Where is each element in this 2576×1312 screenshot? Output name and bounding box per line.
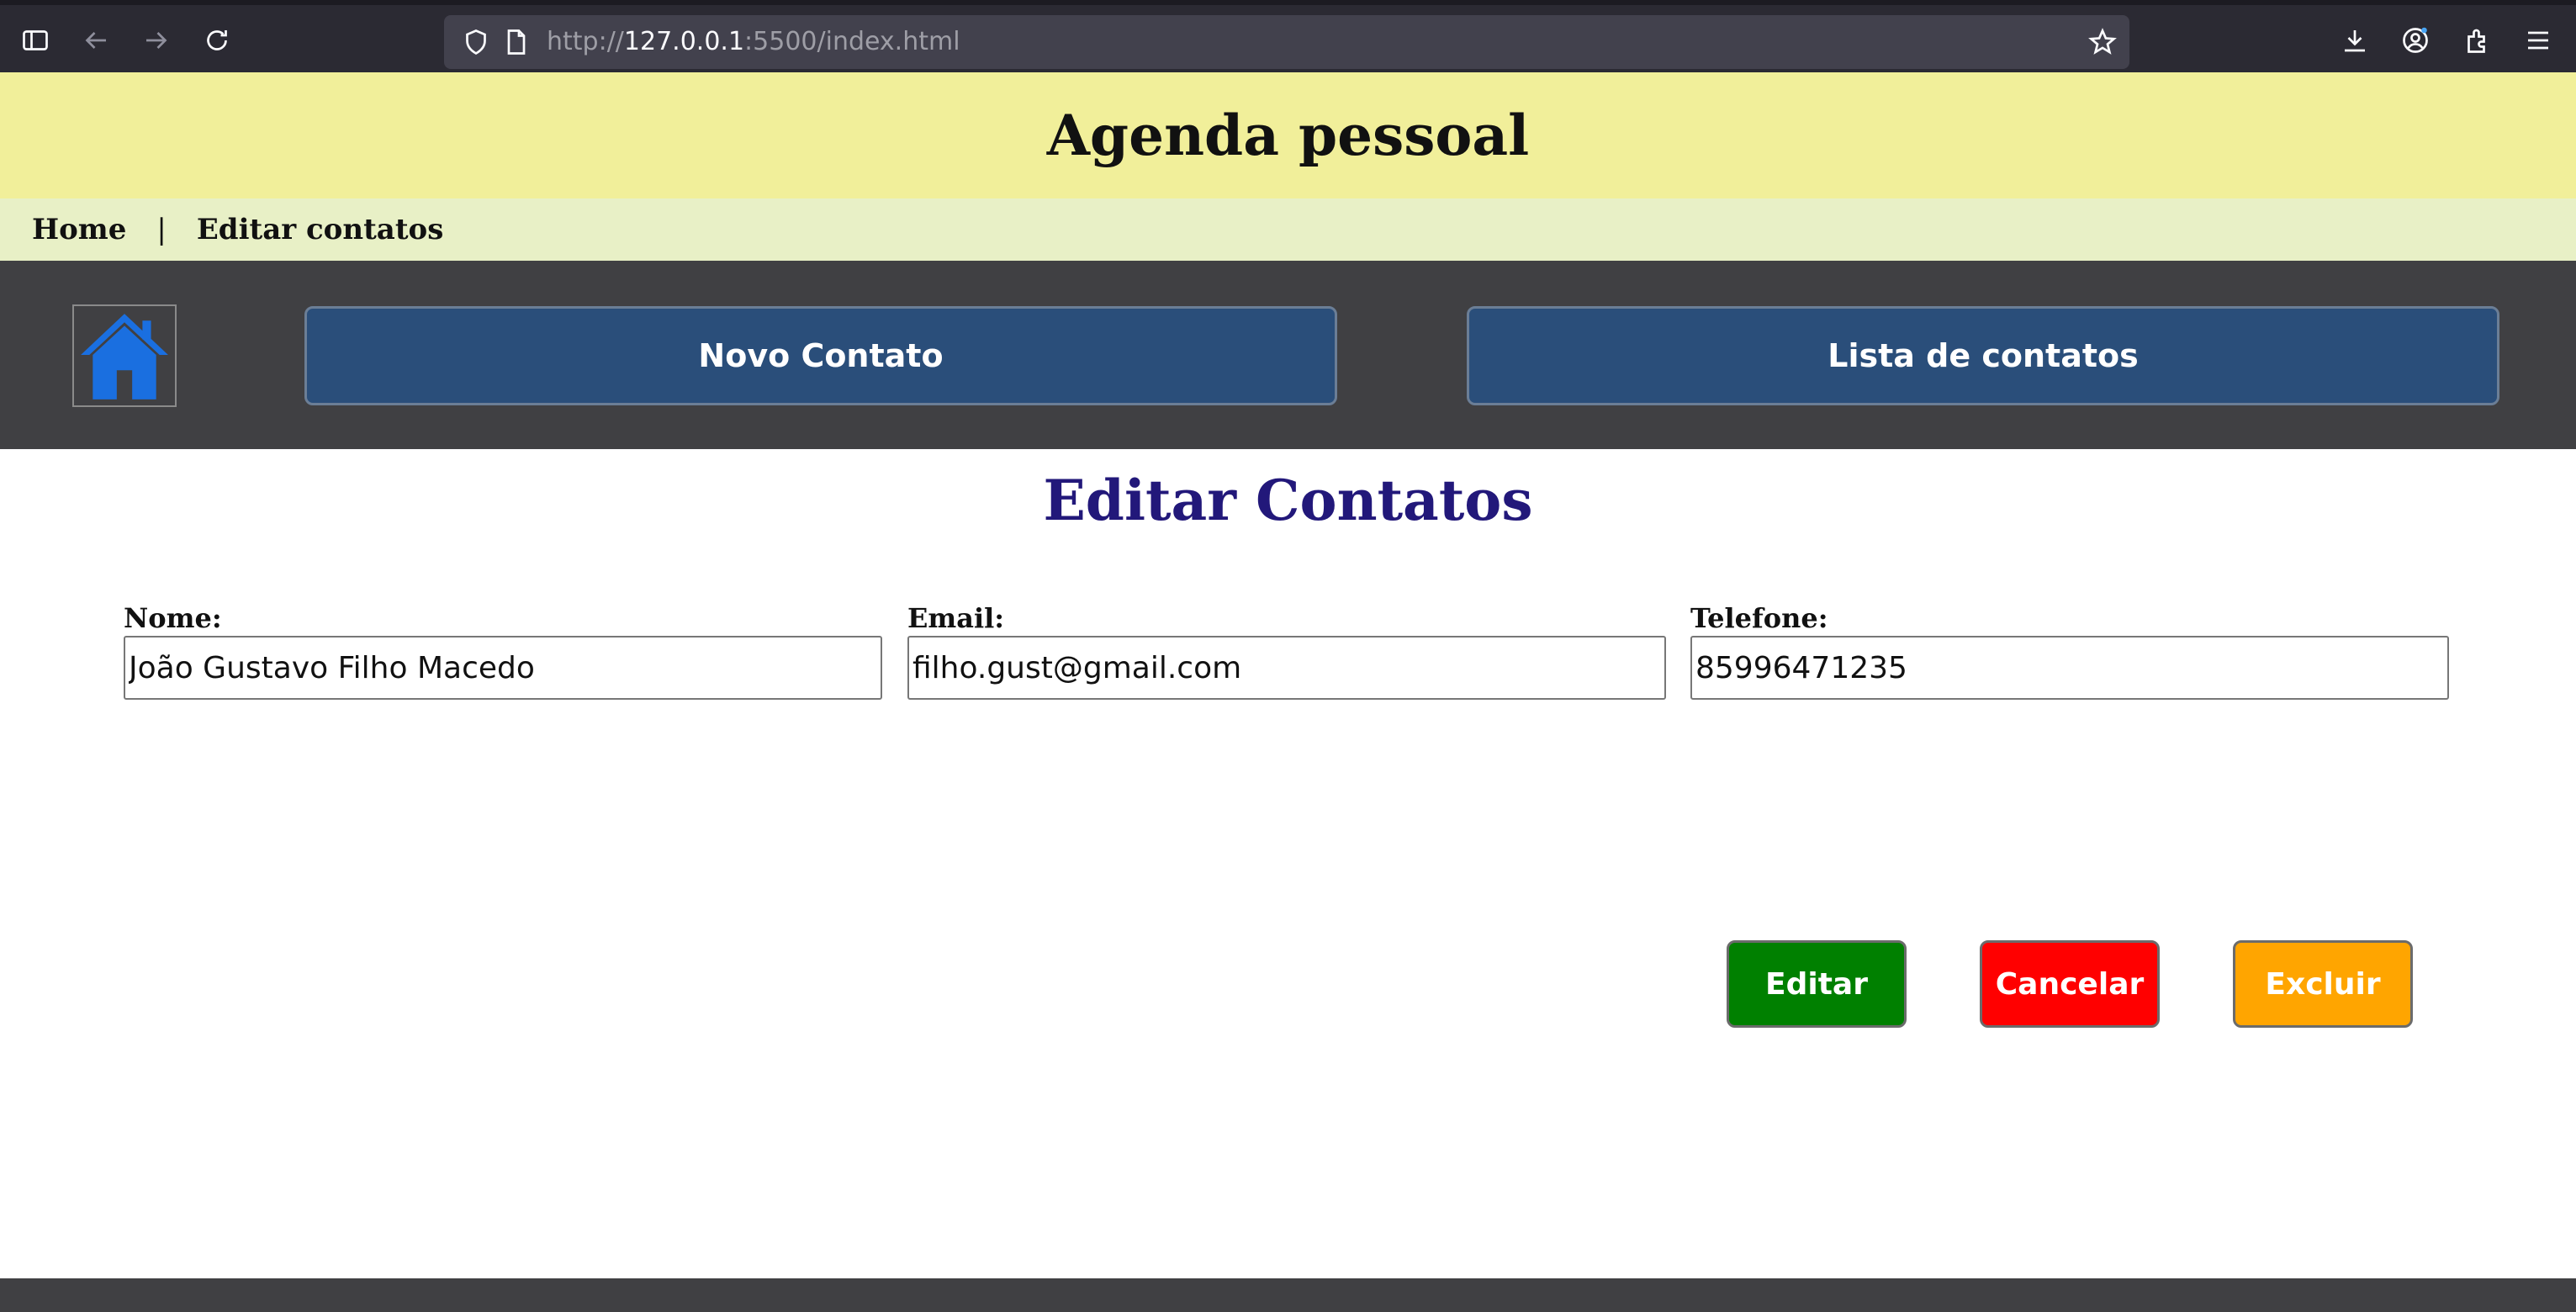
- reload-icon[interactable]: [198, 22, 235, 59]
- url-prefix: http://: [547, 27, 624, 56]
- sidebar-toggle-icon[interactable]: [17, 22, 54, 59]
- extensions-icon[interactable]: [2459, 22, 2496, 59]
- site-header: Agenda pessoal: [0, 72, 2576, 198]
- phone-input[interactable]: [1690, 636, 2449, 700]
- edit-button[interactable]: Editar: [1727, 940, 1907, 1028]
- shield-icon[interactable]: [458, 24, 495, 61]
- page-title: Editar Contatos: [1043, 468, 1533, 533]
- contact-list-button[interactable]: Lista de contatos: [1467, 306, 2499, 405]
- page-content: Agenda pessoal Home | Editar contatos No…: [0, 72, 2576, 1312]
- home-button[interactable]: [72, 304, 177, 407]
- back-arrow-icon[interactable]: [77, 22, 114, 59]
- name-input[interactable]: [124, 636, 882, 700]
- email-label: Email:: [907, 602, 1005, 634]
- url-text: http://127.0.0.1:5500/index.html: [547, 15, 960, 69]
- url-host: 127.0.0.1: [623, 27, 745, 56]
- phone-field: Telefone:: [1690, 602, 2449, 700]
- house-icon: [81, 314, 168, 399]
- new-contact-button[interactable]: Novo Contato: [304, 306, 1337, 405]
- delete-button[interactable]: Excluir: [2233, 940, 2413, 1028]
- download-icon[interactable]: [2336, 22, 2373, 59]
- cancel-button[interactable]: Cancelar: [1980, 940, 2160, 1028]
- site-title: Agenda pessoal: [1046, 103, 1530, 168]
- menu-icon[interactable]: [2520, 22, 2557, 59]
- breadcrumb: Home | Editar contatos: [0, 198, 2576, 261]
- bookmark-star-icon[interactable]: [2084, 24, 2121, 61]
- breadcrumb-separator: |: [156, 213, 167, 246]
- url-path: :5500/index.html: [744, 27, 960, 56]
- email-field: Email:: [907, 602, 1666, 700]
- browser-toolbar: http://127.0.0.1:5500/index.html: [0, 0, 2576, 72]
- breadcrumb-edit-contacts-link[interactable]: Editar contatos: [197, 213, 443, 246]
- navigation-bar: Novo Contato Lista de contatos: [0, 261, 2576, 449]
- name-field: Nome:: [124, 602, 882, 700]
- forward-arrow-icon[interactable]: [138, 22, 175, 59]
- email-input[interactable]: [907, 636, 1666, 700]
- page-icon: [498, 24, 535, 61]
- breadcrumb-home-link[interactable]: Home: [32, 213, 126, 246]
- footer: [0, 1278, 2576, 1312]
- address-bar[interactable]: http://127.0.0.1:5500/index.html: [444, 15, 2129, 69]
- account-icon[interactable]: [2397, 22, 2434, 59]
- name-label: Nome:: [124, 602, 222, 634]
- phone-label: Telefone:: [1690, 602, 1828, 634]
